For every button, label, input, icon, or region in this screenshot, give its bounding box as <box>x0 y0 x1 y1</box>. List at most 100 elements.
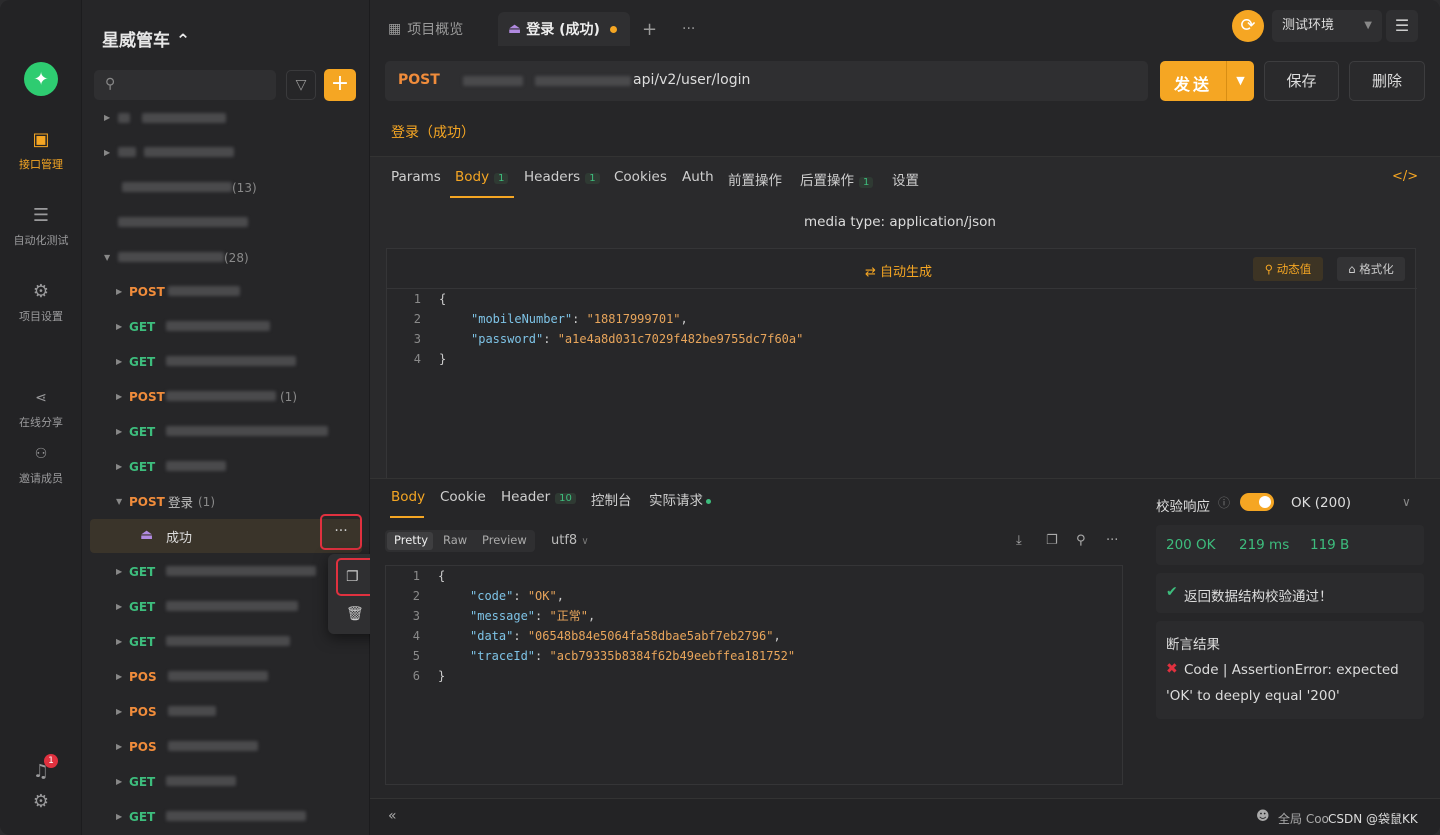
response-body-viewer[interactable]: 1 { 2 "code": "OK", 3 "message": "正常", 4… <box>385 565 1123 785</box>
tab-login-success[interactable]: ⏏ 登录 (成功) <box>498 12 630 46</box>
tab-post-ops[interactable]: 后置操作 1 <box>800 169 874 189</box>
request-tabs: Params Body 1 Headers 1 Cookies Auth 前置操作 … <box>370 156 1440 198</box>
resp-tab-header[interactable]: Header 10 <box>501 489 576 505</box>
send-dropdown-button[interactable]: ▼ <box>1226 61 1254 101</box>
encoding-select[interactable]: utf8 ∨ <box>551 533 589 548</box>
tree-api-row[interactable]: ▶ GET <box>82 344 370 379</box>
tree-api-row[interactable]: ▶ POST <box>82 274 370 309</box>
search-icon[interactable]: ⚲ <box>1076 533 1086 548</box>
tab-headers[interactable]: Headers 1 <box>524 169 600 185</box>
tree-api-row[interactable]: ▶ POS <box>82 694 370 729</box>
chevron-right-icon: ▶ <box>116 742 123 751</box>
tree-api-row[interactable]: ▶ GET <box>82 414 370 449</box>
delete-button[interactable]: 删除 <box>1349 61 1425 101</box>
tree-api-row[interactable]: ▶ GET <box>82 449 370 484</box>
format-button[interactable]: ⌂ 格式化 <box>1337 257 1405 281</box>
tree-api-row[interactable]: ▶ GET <box>82 799 370 834</box>
tree-api-row[interactable]: ▶ GET <box>82 554 370 589</box>
request-name[interactable]: 登录（成功） <box>391 122 475 142</box>
schema-card: ✔ 返回数据结构校验通过！ <box>1156 573 1424 613</box>
resp-tab-cookie[interactable]: Cookie <box>440 489 486 505</box>
hamburger-icon: ☰ <box>1394 16 1410 35</box>
filter-button[interactable]: ▽ <box>286 70 316 100</box>
project-switcher[interactable]: 星威管车 ⌃ <box>102 26 190 51</box>
chevron-right-icon: ▶ <box>116 462 123 471</box>
tree-api-row[interactable]: ▶ POS <box>82 729 370 764</box>
help-icon: ⓘ <box>1218 496 1231 510</box>
dynamic-value-button[interactable]: ⚲ 动态值 <box>1253 257 1323 281</box>
chevron-right-icon: ▶ <box>116 567 123 576</box>
settings-button[interactable]: ⚙ <box>0 792 82 818</box>
tab-params[interactable]: Params <box>391 169 441 185</box>
tree-folder-row[interactable]: ▶ <box>82 135 370 170</box>
rail-project-settings[interactable]: ⚙ 项目设置 <box>0 282 82 324</box>
status-select[interactable]: OK (200) <box>1291 495 1351 511</box>
view-preview[interactable]: Preview <box>482 533 527 547</box>
menu-button[interactable]: ☰ <box>1386 10 1418 42</box>
view-raw[interactable]: Raw <box>443 533 467 547</box>
url-bar[interactable]: POST api/v2/user/login <box>385 61 1148 101</box>
tree-api-row[interactable]: ▶ GET <box>82 309 370 344</box>
tree-api-row[interactable]: ▶ GET <box>82 589 370 624</box>
view-pretty[interactable]: Pretty <box>394 533 428 547</box>
resp-tab-actual-request[interactable]: 实际请求 <box>649 489 711 509</box>
chevron-right-icon: ▶ <box>116 322 123 331</box>
rail-share[interactable]: ⋖ 在线分享 <box>0 388 82 430</box>
rail-automation[interactable]: ☰ 自动化测试 <box>0 206 82 248</box>
request-body-editor[interactable]: ⇄ 自动生成 ⚲ 动态值 ⌂ 格式化 1 { 2 "mobileNumber":… <box>386 248 1417 480</box>
search-input[interactable]: ⚲ <box>94 70 276 100</box>
assert-card: 断言结果 ✖ Code | AssertionError: expected '… <box>1156 621 1424 719</box>
schema-message: 返回数据结构校验通过！ <box>1184 589 1333 605</box>
tree-folder-row[interactable]: ▶ <box>82 100 370 135</box>
validate-toggle[interactable] <box>1240 493 1274 511</box>
resp-tab-body[interactable]: Body <box>391 489 425 505</box>
more-options-button[interactable]: ··· <box>320 514 362 550</box>
app-window: ✦ ▣ 接口管理 ☰ 自动化测试 ⚙ 项目设置 ⋖ 在线分享 ⚇ 邀请成员 ♫ … <box>0 0 1440 835</box>
tab-overflow-button[interactable]: ··· <box>682 12 695 46</box>
media-type: media type: application/json <box>804 214 996 230</box>
status-code: 200 OK <box>1166 537 1216 553</box>
tree-folder-row[interactable] <box>82 205 370 240</box>
tab-overview[interactable]: ▦ 项目概览 <box>388 12 463 46</box>
tree-api-row[interactable]: ▶ GET <box>82 764 370 799</box>
add-button[interactable]: + <box>324 69 356 101</box>
api-tree-sidebar: 星威管车 ⌃ ⚲ ▽ + ▶ ▶ (13) ▼ (28) ▶ POST ▶ GE… <box>82 0 422 835</box>
editor-toolbar: ⇄ 自动生成 ⚲ 动态值 ⌂ 格式化 <box>387 249 1417 289</box>
method-select[interactable]: POST <box>398 72 440 88</box>
assert-title: 断言结果 <box>1166 637 1220 653</box>
response-size: 119 B <box>1310 537 1350 553</box>
copy-icon[interactable]: ❐ <box>1046 533 1058 548</box>
chevron-down-icon: ∨ <box>581 536 589 547</box>
env-select[interactable]: 测试环境 ▼ <box>1272 10 1382 42</box>
download-icon[interactable]: ⤓ <box>1016 533 1022 548</box>
chevron-down-icon: ▼ <box>116 497 123 506</box>
code-icon[interactable]: </> <box>1392 169 1418 184</box>
url-input[interactable]: api/v2/user/login <box>633 72 750 88</box>
tab-pre-ops[interactable]: 前置操作 <box>728 169 782 189</box>
tab-auth[interactable]: Auth <box>682 169 714 185</box>
resp-tab-console[interactable]: 控制台 <box>591 489 632 509</box>
tree-api-row[interactable]: ▶ POST (1) <box>82 379 370 414</box>
more-icon[interactable]: ··· <box>1106 533 1118 548</box>
rail-invite[interactable]: ⚇ 邀请成员 <box>0 444 82 486</box>
auto-generate-button[interactable]: ⇄ 自动生成 <box>865 261 932 280</box>
notifications-button[interactable]: ♫ 1 <box>0 754 82 788</box>
request-body-area: media type: application/json ⇄ 自动生成 ⚲ 动态… <box>370 198 1440 480</box>
tab-cookies[interactable]: Cookies <box>614 169 667 185</box>
gear-icon: ⚙ <box>32 791 50 812</box>
new-tab-button[interactable]: + <box>642 12 657 46</box>
tab-body[interactable]: Body 1 <box>455 169 509 185</box>
env-sync-icon[interactable]: ⟳ <box>1232 10 1264 42</box>
tab-settings[interactable]: 设置 <box>892 169 919 189</box>
tree-folder-row[interactable]: ▼ (28) <box>82 240 370 275</box>
rail-api-management[interactable]: ▣ 接口管理 <box>0 130 82 172</box>
save-button[interactable]: 保存 <box>1264 61 1339 101</box>
collapse-icon[interactable]: « <box>388 808 397 824</box>
send-button[interactable]: 发送 ▼ <box>1160 61 1254 101</box>
global-cookie[interactable]: 全局 Coo <box>1278 810 1329 827</box>
stack-icon: ☰ <box>32 205 50 226</box>
tree-folder-row[interactable]: (13) <box>82 170 370 205</box>
tree-api-row[interactable]: ▶ POS <box>82 659 370 694</box>
tree-api-row[interactable]: ▶ GET <box>82 624 370 659</box>
response-panel: Body Cookie Header 10 控制台 实际请求 Pretty Raw… <box>370 478 1440 799</box>
